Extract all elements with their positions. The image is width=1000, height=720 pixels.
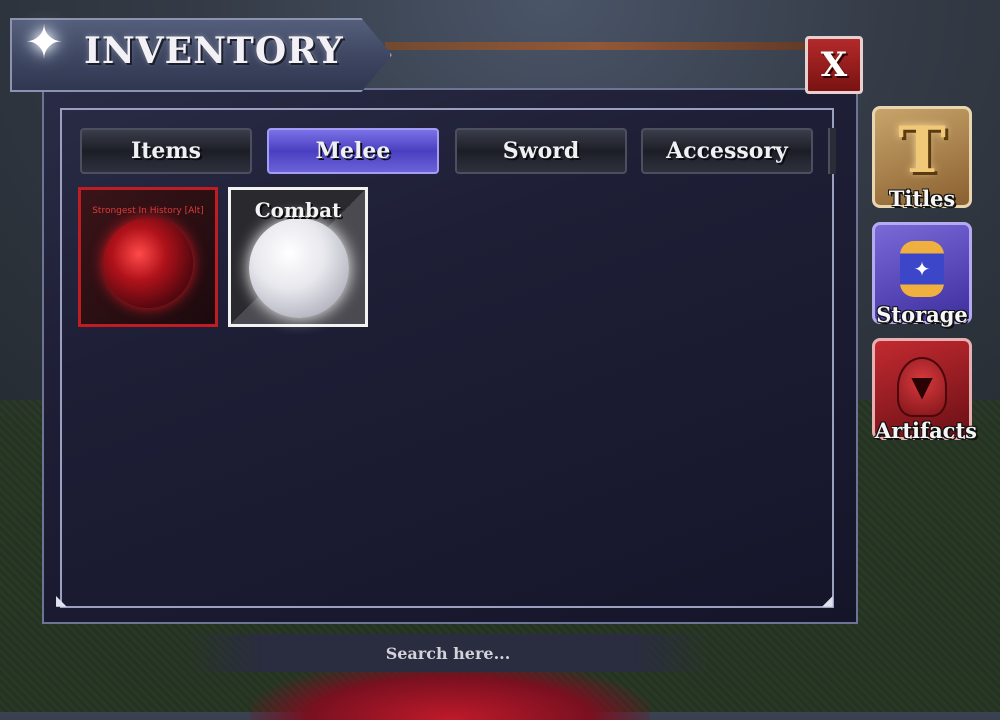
search-input[interactable]: [186, 634, 710, 672]
corner-bottom-left-icon: ◣: [56, 593, 67, 609]
slot-label: Combat: [254, 198, 342, 222]
inventory-title: INVENTORY: [84, 30, 344, 72]
helmet-icon: ▼: [897, 357, 947, 417]
title-t-icon: T: [898, 113, 946, 188]
tab-sword[interactable]: Sword: [455, 128, 627, 174]
white-orb-icon: [249, 218, 349, 318]
titles-label: Titles: [888, 186, 956, 211]
red-orb-icon: [103, 218, 193, 308]
storage-label: Storage: [876, 302, 968, 327]
tab-overflow-edge: [828, 128, 836, 174]
tab-accessory[interactable]: Accessory: [641, 128, 813, 174]
titles-button[interactable]: T Titles: [872, 106, 972, 211]
artifacts-icon-wrap: ▼: [875, 347, 969, 417]
storage-button[interactable]: ✦ Storage: [872, 222, 972, 327]
inventory-slot-strongest-in-history[interactable]: Strongest In History [Alt]: [78, 187, 218, 327]
tab-melee[interactable]: Melee: [267, 128, 439, 174]
sparkle-star-icon: ✦: [24, 15, 64, 69]
close-button[interactable]: X: [805, 36, 863, 94]
artifacts-button[interactable]: ▼ Artifacts: [872, 338, 977, 443]
artifacts-label: Artifacts: [875, 418, 977, 443]
storage-icon-wrap: ✦: [875, 231, 969, 297]
tab-items[interactable]: Items: [80, 128, 252, 174]
corner-bottom-right-icon: ◢: [822, 593, 833, 609]
inventory-inner-frame: [60, 108, 834, 608]
inventory-slot-combat[interactable]: Combat: [228, 187, 368, 327]
title-accent-strip: [385, 42, 805, 50]
slot-label: Strongest In History [Alt]: [92, 206, 204, 216]
storage-capsule-icon: ✦: [900, 241, 944, 297]
